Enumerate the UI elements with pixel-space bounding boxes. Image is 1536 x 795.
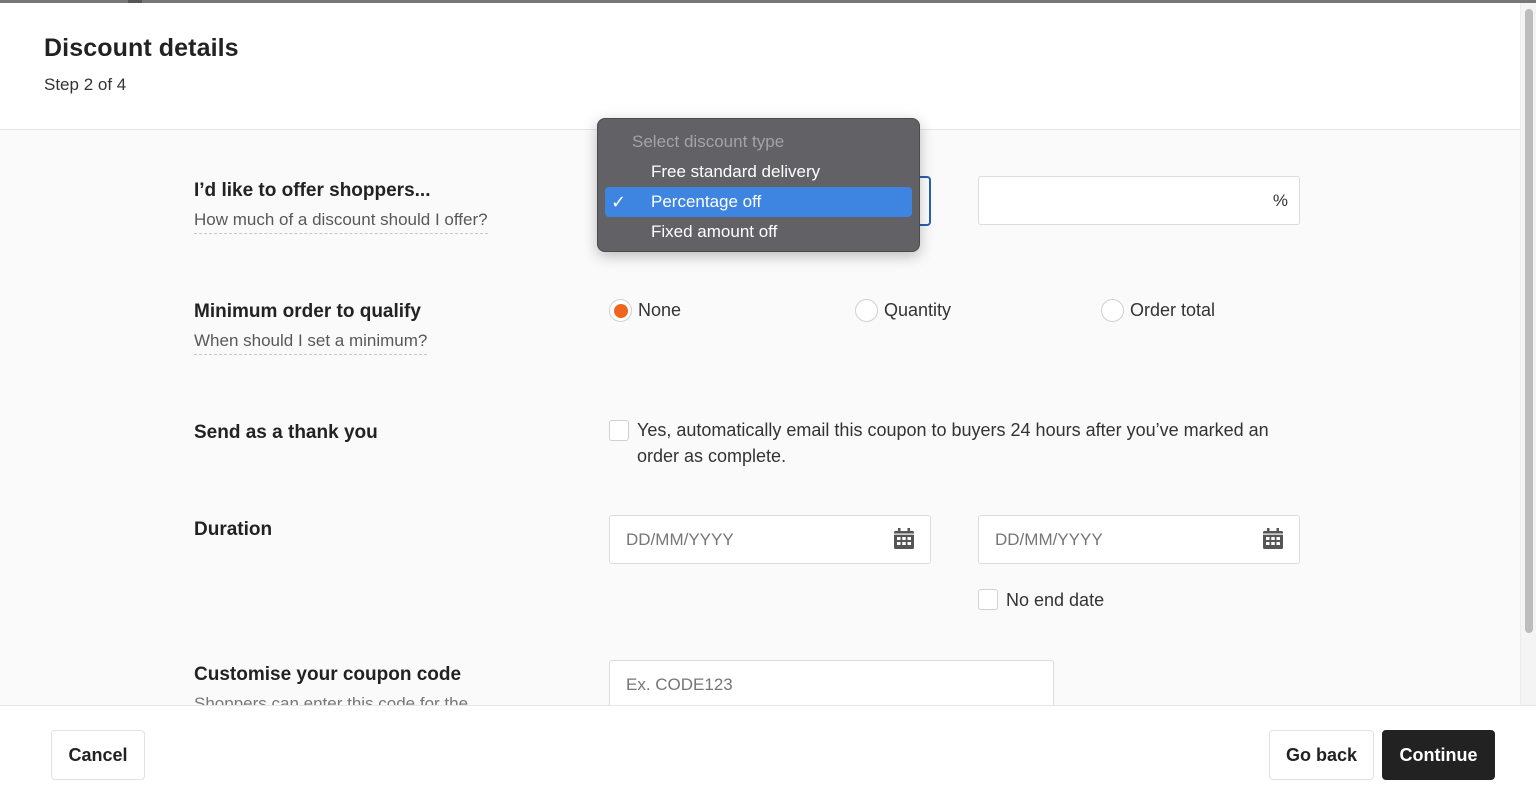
dropdown-placeholder: Select discount type xyxy=(632,132,785,151)
coupon-help: Shoppers can enter this code for the xyxy=(194,694,469,705)
checkmark-icon: ✓ xyxy=(611,192,627,212)
no-end-date-checkbox[interactable] xyxy=(978,589,998,610)
percent-suffix: % xyxy=(1272,191,1288,210)
minimum-label: Minimum order to qualify xyxy=(194,301,421,322)
scrollbar-thumb[interactable] xyxy=(1525,9,1533,633)
coupon-code-input[interactable]: Ex. CODE123 xyxy=(609,660,1054,705)
duration-label: Duration xyxy=(194,519,273,540)
start-date-input[interactable]: DD/MM/YYYY xyxy=(609,515,931,564)
page-title: Discount details xyxy=(44,34,239,62)
radio-none[interactable]: None xyxy=(609,299,681,322)
go-back-button[interactable]: Go back xyxy=(1269,730,1374,780)
radio-order-total-indicator[interactable] xyxy=(1101,299,1124,322)
option-label: Fixed amount off xyxy=(651,222,778,241)
thank-you-label: Send as a thank you xyxy=(194,422,378,443)
start-date-placeholder: DD/MM/YYYY xyxy=(626,530,734,549)
discount-type-dropdown: Select discount type Free standard deliv… xyxy=(597,118,920,252)
cancel-button[interactable]: Cancel xyxy=(51,730,145,780)
vertical-scrollbar[interactable] xyxy=(1520,3,1536,705)
percentage-input[interactable]: % xyxy=(978,176,1300,225)
radio-order-total[interactable]: Order total xyxy=(1101,299,1215,322)
continue-button[interactable]: Continue xyxy=(1382,730,1495,780)
step-indicator: Step 2 of 4 xyxy=(44,75,127,94)
dropdown-option-fixed-amount[interactable]: Fixed amount off xyxy=(605,217,912,247)
radio-order-total-label: Order total xyxy=(1130,300,1216,320)
offer-help-link[interactable]: How much of a discount should I offer? xyxy=(194,210,488,234)
dropdown-option-free-delivery[interactable]: Free standard delivery xyxy=(605,157,912,187)
page-header: Discount details Step 2 of 4 xyxy=(0,3,1520,130)
no-end-date-label: No end date xyxy=(1006,590,1105,610)
calendar-icon[interactable] xyxy=(893,528,915,550)
thank-you-checkbox[interactable] xyxy=(609,420,629,441)
calendar-icon[interactable] xyxy=(1262,528,1284,550)
coupon-code-placeholder: Ex. CODE123 xyxy=(626,675,733,694)
page-footer: Cancel Go back Continue xyxy=(0,705,1536,795)
offer-label: I’d like to offer shoppers... xyxy=(194,180,431,201)
radio-none-indicator[interactable] xyxy=(609,299,632,322)
coupon-label: Customise your coupon code xyxy=(194,664,462,685)
end-date-placeholder: DD/MM/YYYY xyxy=(995,530,1103,549)
radio-quantity[interactable]: Quantity xyxy=(855,299,951,322)
radio-none-label: None xyxy=(638,300,682,320)
dropdown-option-percentage-off[interactable]: ✓ Percentage off xyxy=(605,187,912,217)
radio-quantity-indicator[interactable] xyxy=(855,299,878,322)
end-date-input[interactable]: DD/MM/YYYY xyxy=(978,515,1300,564)
option-label: Percentage off xyxy=(651,192,762,211)
minimum-help-link[interactable]: When should I set a minimum? xyxy=(194,331,428,355)
thank-you-checkbox-text: Yes, automatically email this coupon to … xyxy=(637,420,1269,466)
radio-quantity-label: Quantity xyxy=(884,300,952,320)
option-label: Free standard delivery xyxy=(651,162,821,181)
